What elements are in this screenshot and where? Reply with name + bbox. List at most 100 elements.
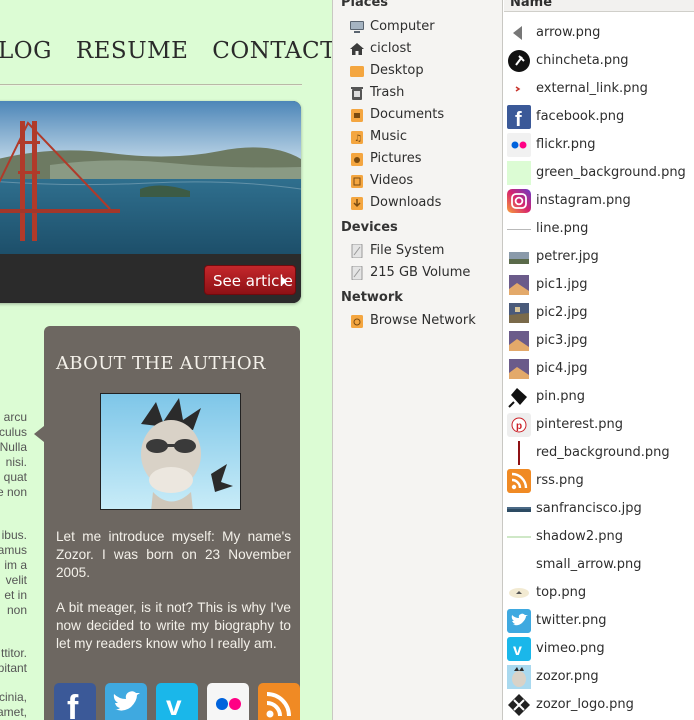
file-manager-sidebar: Places Computer ciclost Desktop Trash Do… [332,0,503,720]
vimeo-icon[interactable]: v [156,683,199,720]
landscape-photo-icon [507,497,531,521]
pinterest-icon: p [507,413,531,437]
text-fragment: Nulla [0,440,27,454]
sidebar-item-label: Downloads [370,195,442,210]
file-row[interactable]: top.png [504,579,694,607]
music-folder-icon: ♫ [349,130,365,144]
file-row[interactable]: shadow2.png [504,523,694,551]
svg-text:f: f [67,689,79,720]
downloads-folder-icon [349,196,365,210]
webpage-preview: LOG RESUME CONTACT See article arcu culu… [0,0,332,720]
sidebar-item-browse-network[interactable]: Browse Network [349,311,499,331]
site-nav: LOG RESUME CONTACT [0,38,332,64]
file-row[interactable]: zozor.png [504,663,694,691]
text-fragment: quat [3,470,27,484]
file-row[interactable]: external_link.png [504,75,694,103]
file-row[interactable]: rss.png [504,467,694,495]
sidebar-item-label: 215 GB Volume [370,265,471,280]
file-row[interactable]: f facebook.png [504,103,694,131]
file-name: pic1.jpg [536,277,588,292]
sidebar-item-videos[interactable]: Videos [349,171,499,191]
devices-heading: Devices [341,220,398,235]
file-row[interactable]: pic2.jpg [504,299,694,327]
article-text-fragments: arcu culus Nulla nisi. quat e non ibus. … [0,0,30,720]
sidebar-item-downloads[interactable]: Downloads [349,193,499,213]
file-name: external_link.png [536,81,648,96]
pictures-folder-icon [349,152,365,166]
file-name: zozor_logo.png [536,697,634,712]
name-column-header[interactable]: Name [504,0,694,12]
file-name: chincheta.png [536,53,629,68]
twitter-icon [507,609,531,633]
documents-folder-icon [349,108,365,122]
file-name: rss.png [536,473,584,488]
file-name: top.png [536,585,587,600]
author-avatar [100,393,241,510]
places-heading: Places [341,0,389,10]
text-fragment: e non [0,485,27,499]
arrow-icon [507,21,531,45]
file-row[interactable]: line.png [504,215,694,243]
file-name: zozor.png [536,669,599,684]
file-row[interactable]: chincheta.png [504,47,694,75]
sidebar-item-file-system[interactable]: File System [349,241,499,261]
sidebar-item-home[interactable]: ciclost [349,39,499,59]
instagram-icon [507,189,531,213]
file-row[interactable]: pic3.jpg [504,327,694,355]
flickr-icon[interactable] [207,683,250,720]
file-name: flickr.png [536,137,596,152]
text-fragment: culus [0,425,27,439]
sidebar-item-label: Desktop [370,63,424,78]
file-row[interactable]: pic4.jpg [504,355,694,383]
file-row[interactable]: p pinterest.png [504,411,694,439]
file-row[interactable]: pic1.jpg [504,271,694,299]
file-row[interactable]: small_arrow.png [504,551,694,579]
photo-icon [507,329,531,353]
top-icon [507,581,531,605]
nav-link-contact[interactable]: CONTACT [212,38,332,64]
file-row[interactable]: green_background.png [504,159,694,187]
text-fragment: velit [5,573,27,587]
file-row[interactable]: petrer.jpg [504,243,694,271]
text-fragment: nisi. [5,455,27,469]
sidebar-item-documents[interactable]: Documents [349,105,499,125]
file-row[interactable]: v vimeo.png [504,635,694,663]
sidebar-item-pictures[interactable]: Pictures [349,149,499,169]
file-row[interactable]: sanfrancisco.jpg [504,495,694,523]
line-icon [507,217,531,241]
nav-link-resume[interactable]: RESUME [76,38,189,64]
file-row[interactable]: twitter.png [504,607,694,635]
red-background-icon [507,441,531,465]
file-row[interactable]: flickr.png [504,131,694,159]
file-row[interactable]: instagram.png [504,187,694,215]
svg-text:f: f [515,109,522,129]
facebook-icon[interactable]: f [54,683,96,720]
photo-icon [507,357,531,381]
play-arrow-icon [281,276,287,286]
file-row[interactable]: arrow.png [504,19,694,47]
sidebar-item-computer[interactable]: Computer [349,17,499,37]
file-row[interactable]: pin.png [504,383,694,411]
file-row[interactable]: red_background.png [504,439,694,467]
computer-icon [349,20,365,34]
sidebar-item-label: Pictures [370,151,422,166]
author-bio-paragraph: Let me introduce myself: My name's Zozor… [56,529,291,580]
file-name: pinterest.png [536,417,624,432]
text-fragment: pitant [0,661,27,675]
file-name: petrer.jpg [536,249,599,264]
sidebar-item-desktop[interactable]: Desktop [349,61,499,81]
drive-icon [349,265,365,281]
file-name: pic4.jpg [536,361,588,376]
rss-icon[interactable] [258,683,301,720]
svg-text:v: v [166,690,182,720]
photo-icon [507,273,531,297]
svg-text:v: v [513,642,522,659]
sidebar-item-trash[interactable]: Trash [349,83,499,103]
file-row[interactable]: zozor_logo.png [504,691,694,719]
sidebar-item-volume[interactable]: 215 GB Volume [349,263,499,283]
sidebar-item-music[interactable]: ♫ Music [349,127,499,147]
see-article-button[interactable]: See article [204,265,296,295]
text-fragment: ttitor. [0,646,27,660]
sidebar-item-label: ciclost [370,41,412,56]
twitter-icon[interactable] [105,683,148,720]
